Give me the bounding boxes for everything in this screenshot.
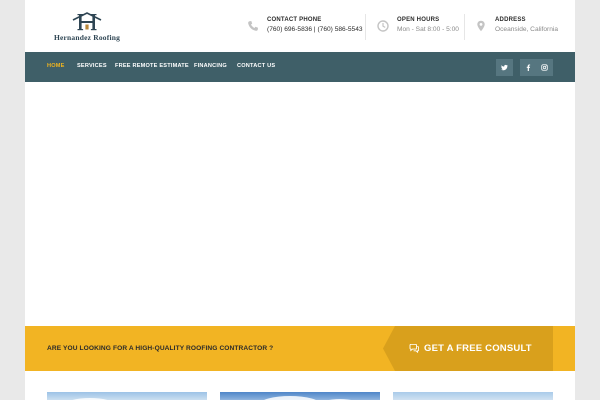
contact-phone-block: CONTACT PHONE (760) 696-5836 | (760) 586… (247, 14, 367, 40)
contact-phone-value[interactable]: (760) 696-5836 | (760) 586-5543 (267, 26, 363, 33)
open-hours-value: Mon - Sat 8:00 - 5:00 (397, 26, 459, 33)
open-hours-block: OPEN HOURS Mon - Sat 8:00 - 5:00 (377, 14, 467, 40)
phone-icon (248, 21, 258, 31)
header-divider (464, 14, 465, 40)
get-free-consult-button[interactable]: GET A FREE CONSULT (383, 326, 553, 371)
brand-logo[interactable]: Hernandez Roofing (47, 10, 127, 44)
instagram-icon (541, 64, 548, 71)
nav-item-contact-us[interactable]: CONTACT US (237, 63, 275, 69)
address-block: ADDRESS Oceanside, California (475, 14, 565, 40)
cloud-shape (260, 396, 320, 400)
nav-item-services[interactable]: SERVICES (77, 63, 107, 69)
facebook-button[interactable] (520, 59, 537, 76)
gallery-image[interactable] (47, 392, 207, 400)
nav-item-financing[interactable]: FINANCING (194, 63, 227, 69)
cta-question: ARE YOU LOOKING FOR A HIGH-QUALITY ROOFI… (47, 345, 274, 352)
logo-house-icon (72, 12, 102, 31)
brand-name: Hernandez Roofing (53, 33, 121, 42)
gallery-image[interactable] (393, 392, 553, 400)
nav-item-free-remote-estimate[interactable]: FREE REMOTE ESTIMATE (115, 63, 189, 69)
cta-banner: ARE YOU LOOKING FOR A HIGH-QUALITY ROOFI… (25, 326, 575, 371)
twitter-button[interactable] (496, 59, 513, 76)
clock-icon (377, 20, 389, 32)
cta-button-label: GET A FREE CONSULT (424, 343, 532, 354)
hero-banner (25, 82, 575, 326)
contact-phone-label: CONTACT PHONE (267, 17, 322, 23)
address-label: ADDRESS (495, 17, 526, 23)
page-container: Hernandez Roofing CONTACT PHONE (760) 69… (25, 0, 575, 400)
nav-item-home[interactable]: HOME (47, 63, 65, 69)
map-pin-icon (477, 20, 485, 32)
header-divider (365, 14, 366, 40)
address-value: Oceanside, California (495, 26, 559, 33)
open-hours-label: OPEN HOURS (397, 17, 440, 23)
chat-bubbles-icon (409, 344, 419, 353)
facebook-icon (526, 64, 531, 71)
main-navigation: HOME SERVICES FREE REMOTE ESTIMATE FINAN… (25, 52, 575, 82)
site-header: Hernandez Roofing CONTACT PHONE (760) 69… (25, 0, 575, 52)
gallery-image[interactable] (220, 392, 380, 400)
twitter-icon (501, 64, 508, 71)
instagram-button[interactable] (536, 59, 553, 76)
